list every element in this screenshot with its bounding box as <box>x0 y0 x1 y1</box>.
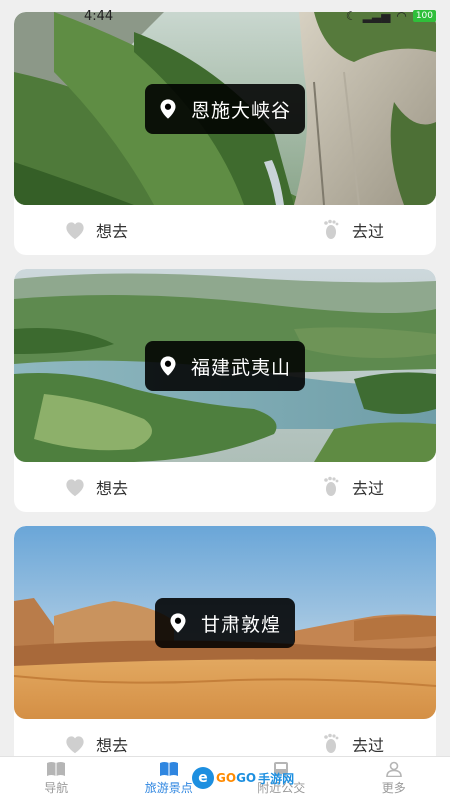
battery-icon: 100 <box>412 10 436 22</box>
been-there-button[interactable]: 去过 <box>322 215 384 245</box>
want-to-go-label: 想去 <box>96 736 129 755</box>
been-there-label: 去过 <box>351 736 384 755</box>
place-photo[interactable]: 福建武夷山 <box>14 269 436 462</box>
card-actions: 想去 去过 <box>14 205 436 255</box>
book-icon <box>47 762 66 776</box>
card-actions: 想去 去过 <box>14 719 436 756</box>
place-card[interactable]: 福建武夷山 想去 去过 <box>14 269 436 512</box>
want-to-go-button[interactable]: 想去 <box>64 472 128 502</box>
place-card[interactable]: 恩施大峡谷 想去 去过 <box>14 12 436 255</box>
tab-label: 更多 <box>381 781 406 795</box>
tab-navigation[interactable]: 导航 <box>0 757 113 800</box>
want-to-go-label: 想去 <box>96 479 129 498</box>
moon-icon: ☾ <box>345 9 357 23</box>
want-to-go-label: 想去 <box>96 222 129 241</box>
location-pin-icon <box>160 99 176 119</box>
open-book-icon <box>159 762 178 776</box>
location-pin-icon <box>160 356 176 376</box>
person-icon <box>385 761 402 777</box>
watermark-brand-a: GO <box>216 771 237 785</box>
heart-icon <box>66 222 84 240</box>
been-there-button[interactable]: 去过 <box>322 729 384 756</box>
want-to-go-button[interactable]: 想去 <box>64 215 128 245</box>
tab-label: 导航 <box>44 781 69 795</box>
place-name: 甘肃敦煌 <box>200 613 282 636</box>
status-icons: ☾ ▂▃▅ ◠ 100 <box>346 9 436 23</box>
status-time: 4:44 <box>84 9 114 24</box>
place-name: 福建武夷山 <box>190 356 292 379</box>
wifi-icon: ◠ <box>396 9 407 23</box>
tab-more[interactable]: 更多 <box>338 757 450 800</box>
watermark-logo: e GO GO 手游网 <box>192 767 294 789</box>
been-there-button[interactable]: 去过 <box>322 472 384 502</box>
been-there-label: 去过 <box>351 222 384 241</box>
watermark-site: 手游网 <box>258 771 295 786</box>
tab-label: 旅游景点 <box>144 781 193 795</box>
place-name-label: 福建武夷山 <box>144 341 306 391</box>
place-name-label: 恩施大峡谷 <box>144 84 306 134</box>
place-name-label: 甘肃敦煌 <box>154 598 296 648</box>
footprint-icon <box>324 733 339 753</box>
place-photo[interactable]: 恩施大峡谷 <box>14 12 436 205</box>
want-to-go-button[interactable]: 想去 <box>64 729 128 756</box>
been-there-label: 去过 <box>351 479 384 498</box>
place-photo[interactable]: 甘肃敦煌 <box>14 526 436 719</box>
location-pin-icon <box>170 613 186 633</box>
card-actions: 想去 去过 <box>14 462 436 512</box>
signal-icon: ▂▃▅ <box>362 9 391 23</box>
heart-icon <box>66 479 84 497</box>
heart-icon <box>66 736 84 754</box>
footprint-icon <box>324 219 339 239</box>
scenic-list[interactable]: 恩施大峡谷 想去 去过 福建武夷山 想去 去过 甘肃敦煌 想去 去过 <box>0 0 450 756</box>
place-name: 恩施大峡谷 <box>190 99 292 122</box>
watermark-e-icon: e <box>192 767 214 789</box>
status-bar: 4:44 ☾ ▂▃▅ ◠ 100 <box>0 0 450 26</box>
watermark-brand-b: GO <box>236 771 257 785</box>
footprint-icon <box>324 476 339 496</box>
